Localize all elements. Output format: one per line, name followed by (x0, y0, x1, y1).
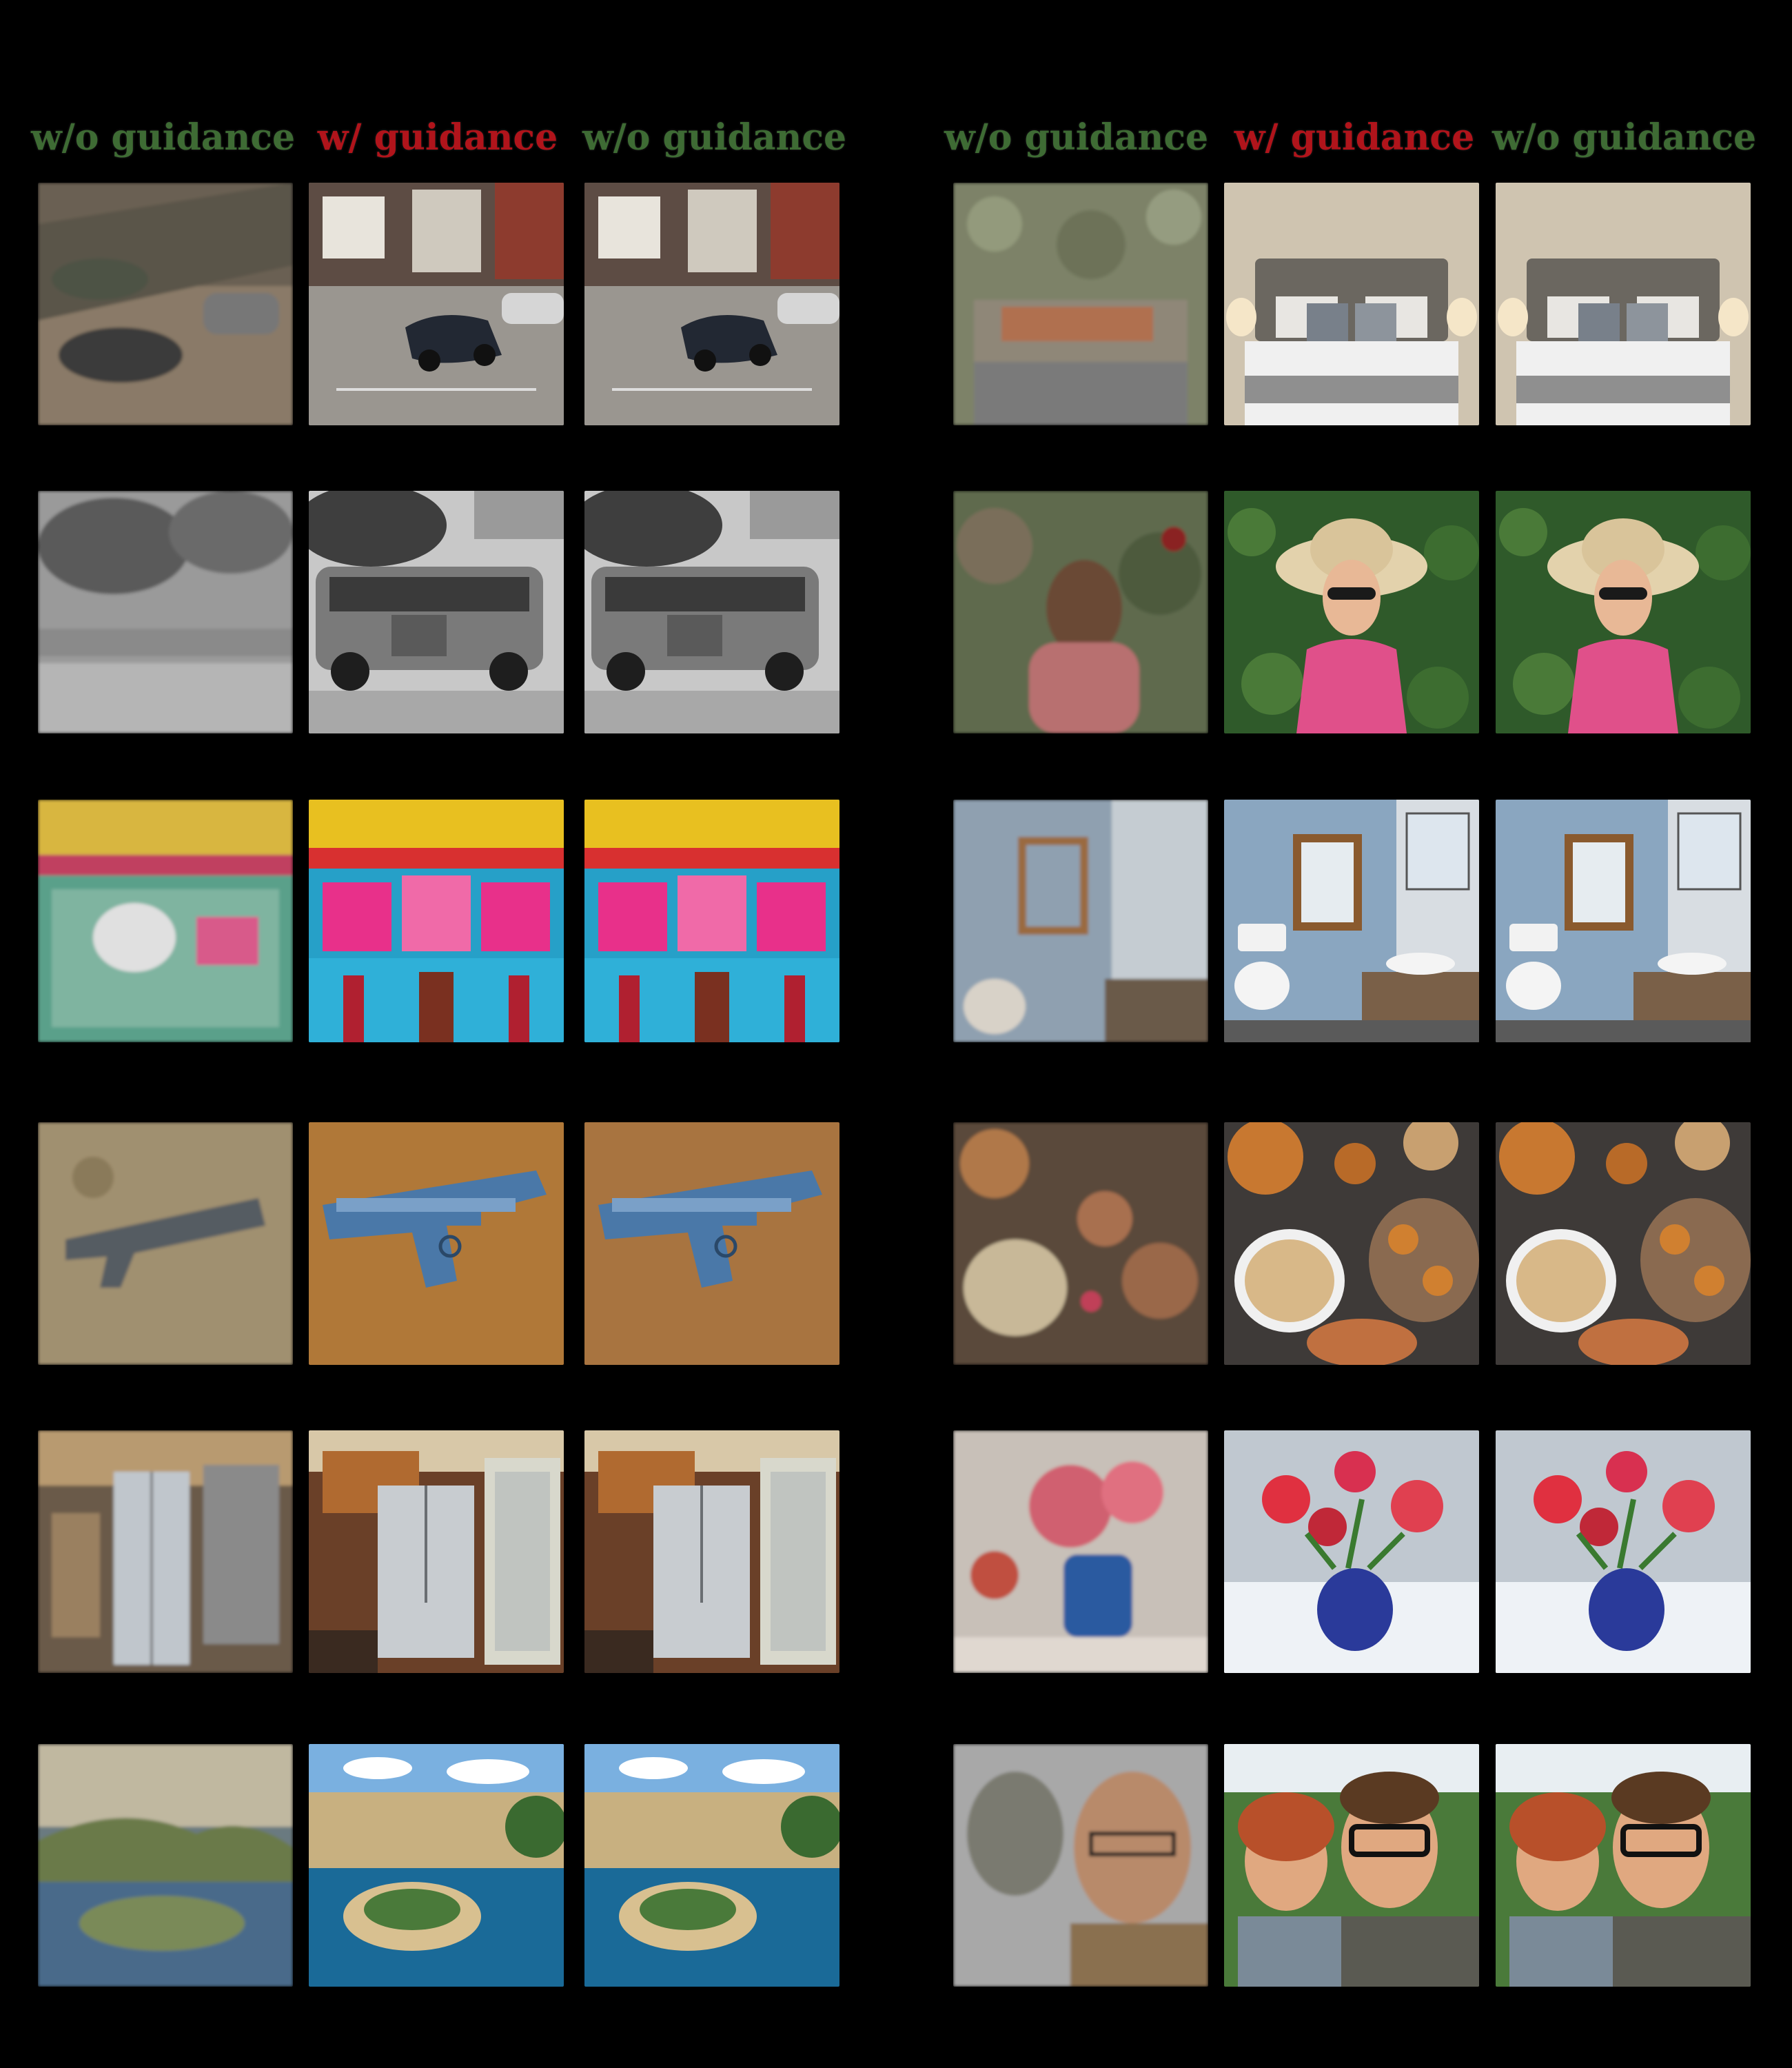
vintage-bus-image (38, 491, 293, 733)
coastal-landscape-image (584, 1744, 839, 1987)
pastries-image (1224, 1122, 1479, 1365)
coastal-landscape-image (309, 1744, 564, 1987)
header-right-col1: w/o guidance (944, 116, 1209, 159)
header-right-col2: w/ guidance (1234, 116, 1475, 159)
kitchen-fridge-image (584, 1430, 839, 1673)
pastries-image (1496, 1122, 1751, 1365)
bathroom-image (1224, 800, 1479, 1042)
pistol-image (38, 1122, 293, 1365)
colorful-facade-image (38, 800, 293, 1042)
coastal-landscape-image (38, 1744, 293, 1987)
pistol-image (584, 1122, 839, 1365)
woman-sunhat-image (1224, 491, 1479, 733)
car-street-image (584, 183, 839, 425)
colorful-facade-image (584, 800, 839, 1042)
kitchen-fridge-image (309, 1430, 564, 1673)
header-right-col3: w/o guidance (1492, 116, 1757, 159)
car-street-image (38, 183, 293, 425)
bedroom-image (1224, 183, 1479, 425)
pistol-image (309, 1122, 564, 1365)
selfie-people-image (1496, 1744, 1751, 1987)
vintage-bus-image (584, 491, 839, 733)
selfie-people-image (1224, 1744, 1479, 1987)
kitchen-fridge-image (38, 1430, 293, 1673)
bedroom-image (1496, 183, 1751, 425)
car-street-image (309, 183, 564, 425)
colorful-facade-image (309, 800, 564, 1042)
flower-vase-snow-image (1224, 1430, 1479, 1673)
woman-sunhat-image (1496, 491, 1751, 733)
pastries-image (953, 1122, 1208, 1365)
bedroom-image (953, 183, 1208, 425)
bathroom-image (953, 800, 1208, 1042)
woman-sunhat-image (953, 491, 1208, 733)
vintage-bus-image (309, 491, 564, 733)
header-left-col3: w/o guidance (582, 116, 847, 159)
header-left-col2: w/ guidance (317, 116, 558, 159)
header-left-col1: w/o guidance (31, 116, 296, 159)
bathroom-image (1496, 800, 1751, 1042)
flower-vase-snow-image (953, 1430, 1208, 1673)
selfie-people-image (953, 1744, 1208, 1987)
flower-vase-snow-image (1496, 1430, 1751, 1673)
